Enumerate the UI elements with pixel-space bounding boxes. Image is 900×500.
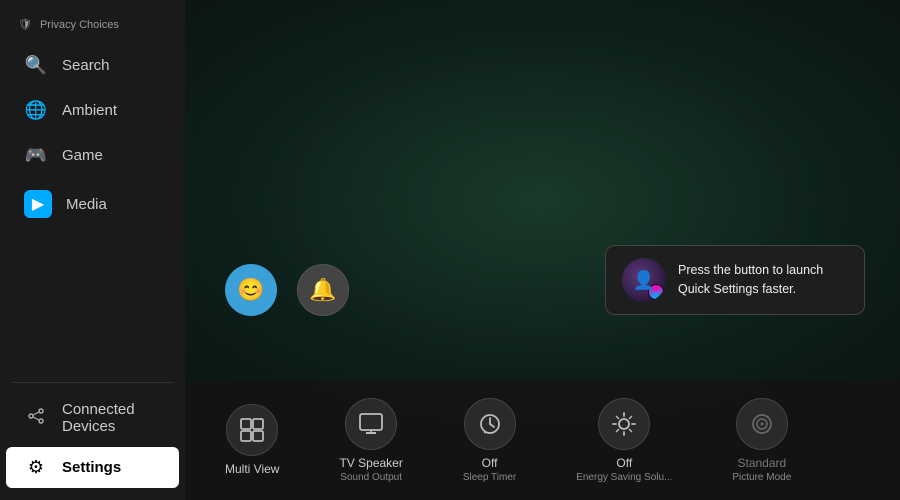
smiley-icon: 😊 xyxy=(237,277,264,303)
sidebar-item-label: Ambient xyxy=(62,102,117,119)
ambient-icon: 🌐 xyxy=(24,100,48,121)
search-icon: 🔍 xyxy=(24,55,48,76)
energy-saving-label: Off xyxy=(616,456,632,470)
multi-view-label: Multi View xyxy=(225,462,279,476)
sidebar-item-label: Media xyxy=(66,196,107,213)
quick-item-tv-speaker[interactable]: TV Speaker Sound Output xyxy=(339,398,402,483)
sleep-timer-sublabel: Sleep Timer xyxy=(463,472,516,483)
connected-devices-icon xyxy=(24,406,48,431)
sidebar-item-label: Search xyxy=(62,57,110,74)
sidebar-item-label: Connected Devices xyxy=(62,401,161,435)
picture-mode-icon xyxy=(736,398,788,450)
bell-icon: 🔔 xyxy=(309,277,336,303)
shield-icon: 🛡 xyxy=(18,18,32,31)
bell-avatar[interactable]: 🔔 xyxy=(297,264,349,316)
picture-mode-label: Standard xyxy=(737,456,786,470)
energy-saving-sublabel: Energy Saving Solu... xyxy=(576,472,672,483)
quick-item-sleep-timer[interactable]: Off Sleep Timer xyxy=(463,398,516,483)
sidebar-item-media[interactable]: ▶ Media xyxy=(6,180,179,228)
sleep-timer-icon xyxy=(464,398,516,450)
quick-item-picture-mode[interactable]: Standard Picture Mode xyxy=(732,398,791,483)
sidebar-item-connected-devices[interactable]: Connected Devices xyxy=(6,391,179,445)
sidebar: 🛡 Privacy Choices 🔍 Search 🌐 Ambient 🎮 G… xyxy=(0,0,185,500)
privacy-row[interactable]: 🛡 Privacy Choices xyxy=(0,10,185,39)
tv-speaker-label: TV Speaker xyxy=(339,456,402,470)
energy-saving-icon xyxy=(598,398,650,450)
sidebar-item-game[interactable]: 🎮 Game xyxy=(6,135,179,176)
quick-item-multi-view[interactable]: Multi View xyxy=(225,404,279,476)
media-icon: ▶ xyxy=(24,190,52,218)
tv-speaker-icon xyxy=(345,398,397,450)
sidebar-item-ambient[interactable]: 🌐 Ambient xyxy=(6,90,179,131)
sleep-timer-label: Off xyxy=(482,456,498,470)
sidebar-item-search[interactable]: 🔍 Search xyxy=(6,45,179,86)
quick-item-energy-saving[interactable]: Off Energy Saving Solu... xyxy=(576,398,672,483)
sidebar-bottom: Connected Devices ⚙ Settings xyxy=(0,374,185,500)
tv-speaker-sublabel: Sound Output xyxy=(340,472,402,483)
tooltip-text: Press the button to launch Quick Setting… xyxy=(678,261,848,299)
quick-action-bar: Multi View TV Speaker Sound Output Off xyxy=(185,380,900,500)
settings-icon: ⚙ xyxy=(24,457,48,478)
multi-view-icon xyxy=(226,404,278,456)
sidebar-item-label: Settings xyxy=(62,459,121,476)
divider xyxy=(12,382,173,383)
quick-settings-tooltip: 👤 Press the button to launch Quick Setti… xyxy=(605,245,865,315)
smiley-avatar[interactable]: 😊 xyxy=(225,264,277,316)
privacy-label: Privacy Choices xyxy=(40,19,119,31)
tooltip-avatar: 👤 xyxy=(622,258,666,302)
sidebar-item-settings[interactable]: ⚙ Settings xyxy=(6,447,179,488)
game-icon: 🎮 xyxy=(24,145,48,166)
picture-mode-sublabel: Picture Mode xyxy=(732,472,791,483)
sidebar-item-label: Game xyxy=(62,147,103,164)
